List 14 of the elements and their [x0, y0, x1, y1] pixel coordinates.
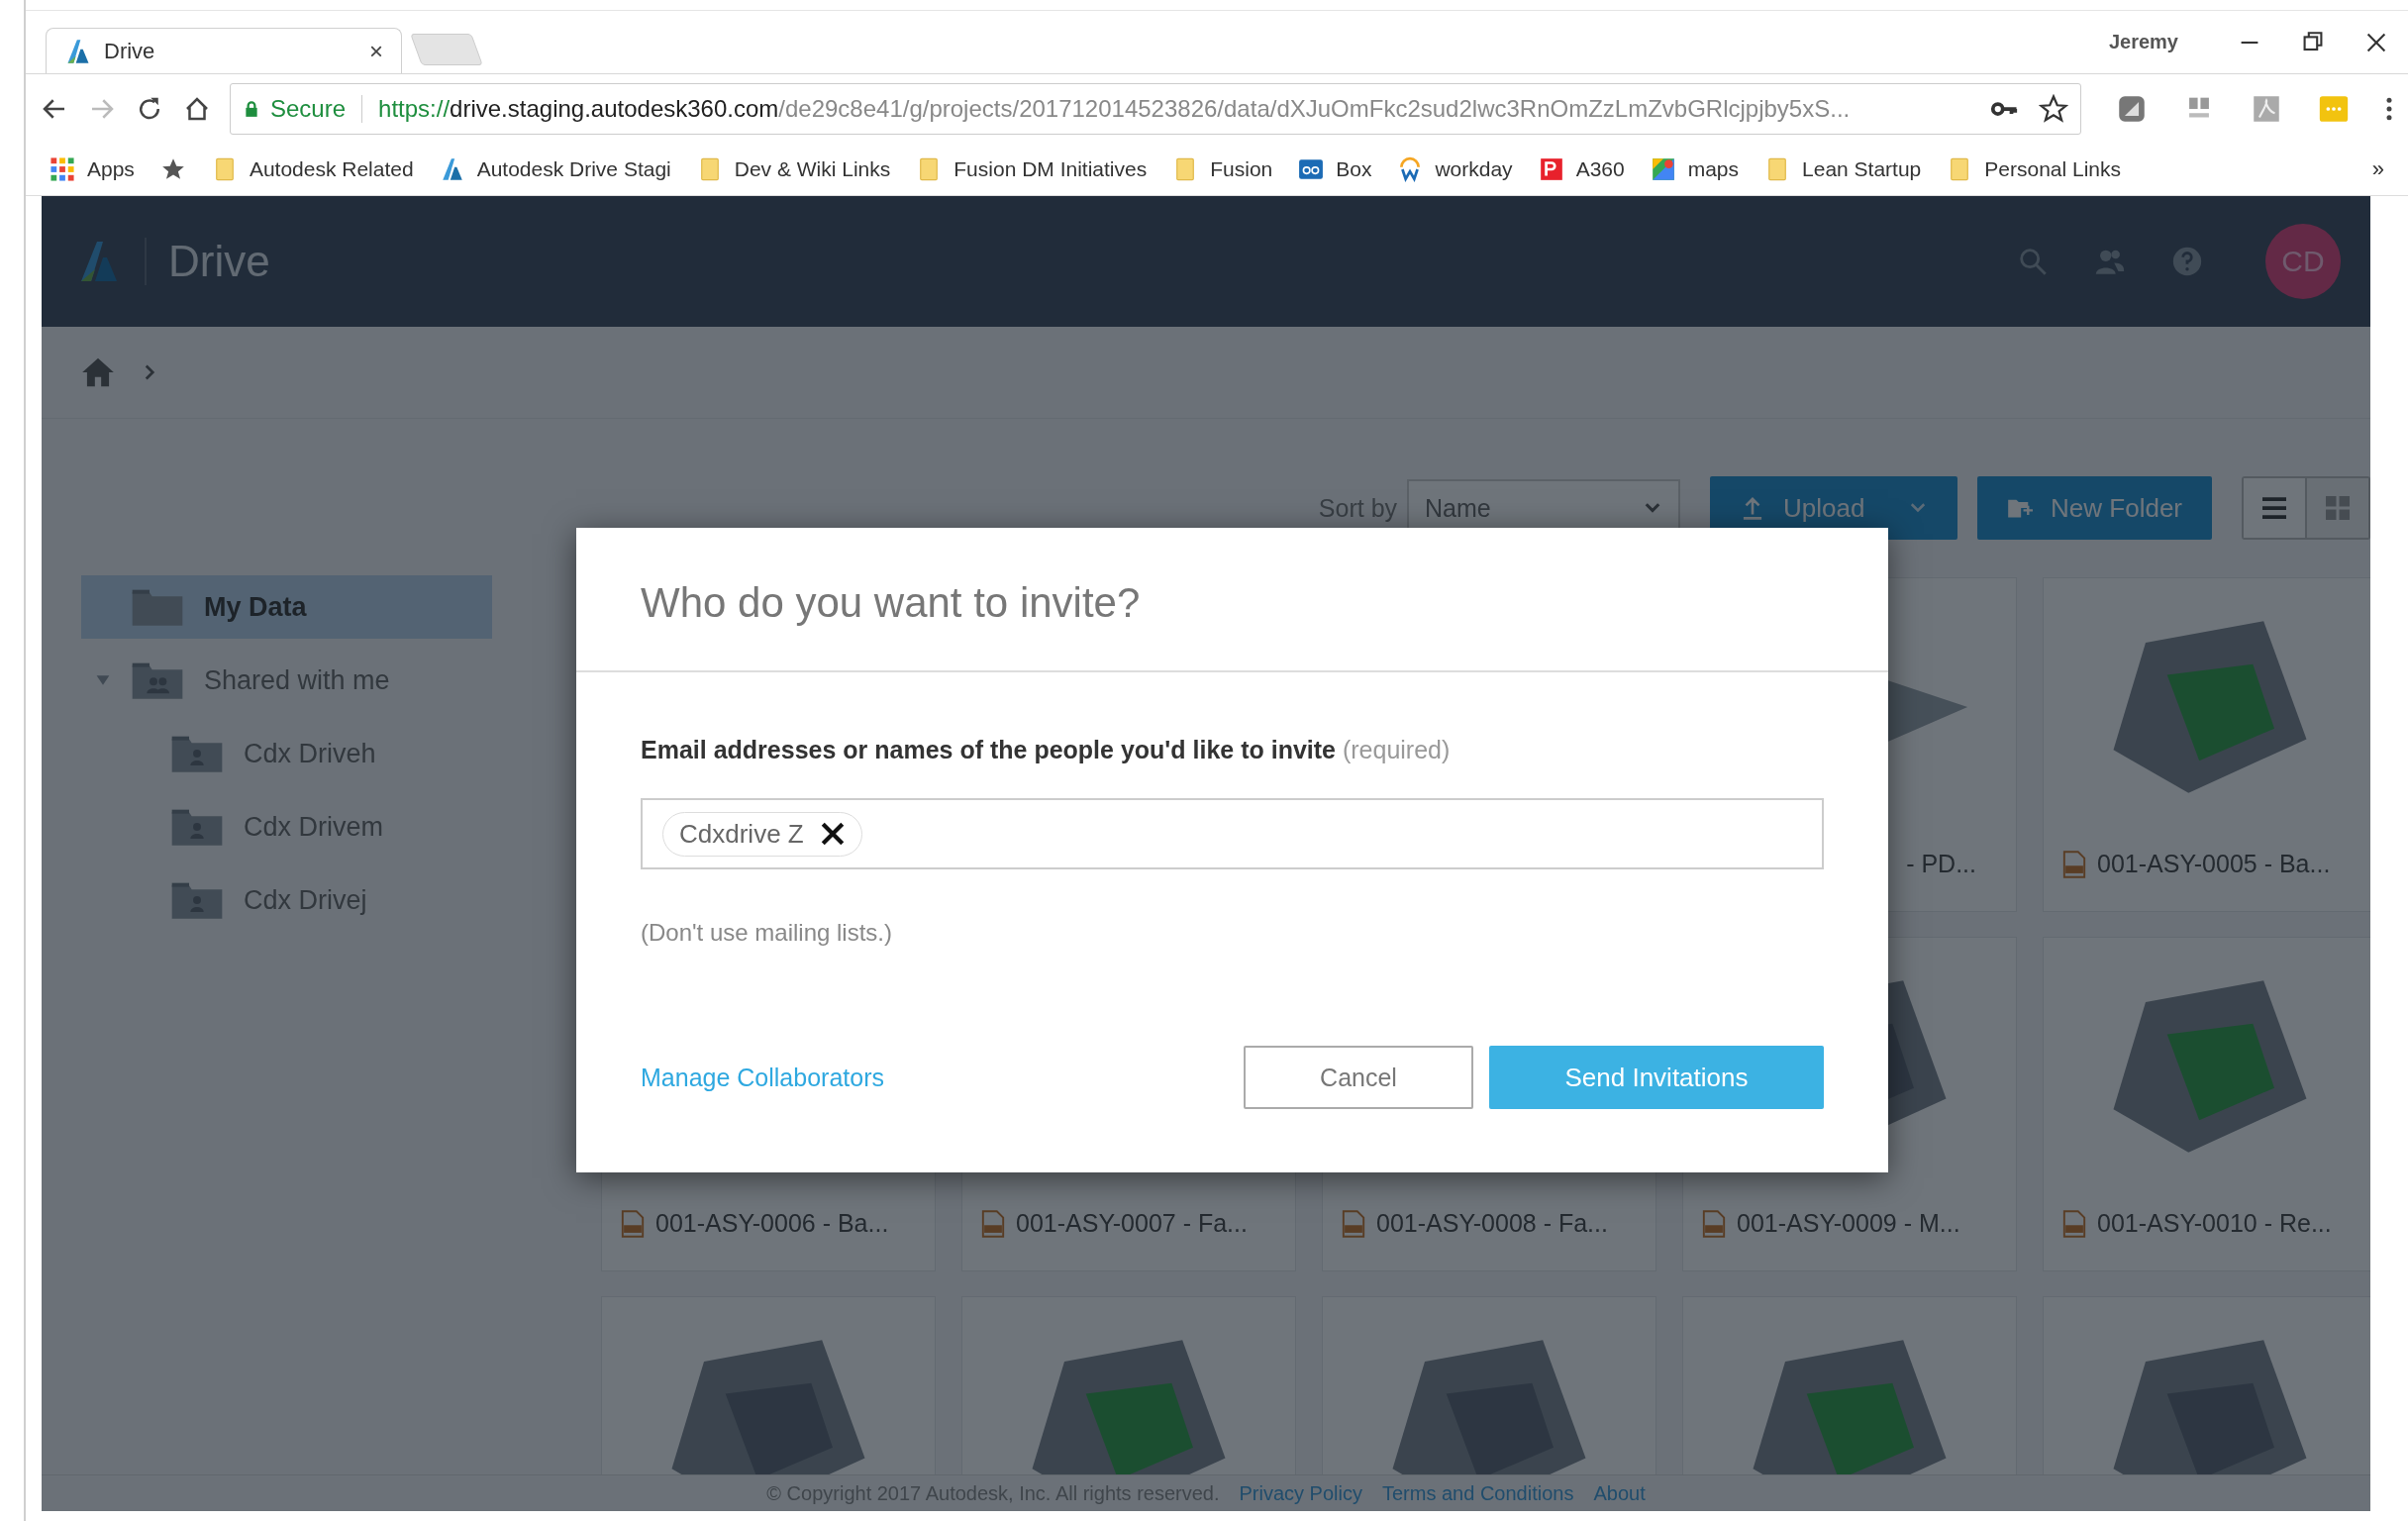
field-label: Email addresses or names of the people you'd like to invite (required) — [641, 736, 1452, 764]
url-text: https://drive.staging.autodesk360.com/de29c8e41/g/projects/201712014523826/data/dXJuOmFkc2sud2lwc3RnOmZzLmZvbGRlcjpjby5xS... — [378, 95, 1852, 123]
file-name: 001-ASY-0005 - Ba... — [2097, 850, 2331, 878]
file-name: 001-ASY-0009 - M... — [1737, 1209, 1960, 1238]
dialog-title: Who do you want to invite? — [576, 528, 1888, 672]
file-name: 001-ASY-0008 - Fa... — [1376, 1209, 1608, 1238]
app-title: Drive — [168, 237, 270, 286]
file-name: 001-ASY-0007 - Fa... — [1016, 1209, 1248, 1238]
tab-title: Drive — [104, 38, 156, 64]
file-name: 001-ASY-0010 - Re... — [2097, 1209, 2332, 1238]
hint-text: (Don't use mailing lists.) — [641, 919, 893, 947]
file-name: 001-ASY-0006 - Ba... — [655, 1209, 889, 1238]
file-name: - PD... — [1906, 850, 1976, 878]
secure-label: Secure — [270, 95, 347, 123]
